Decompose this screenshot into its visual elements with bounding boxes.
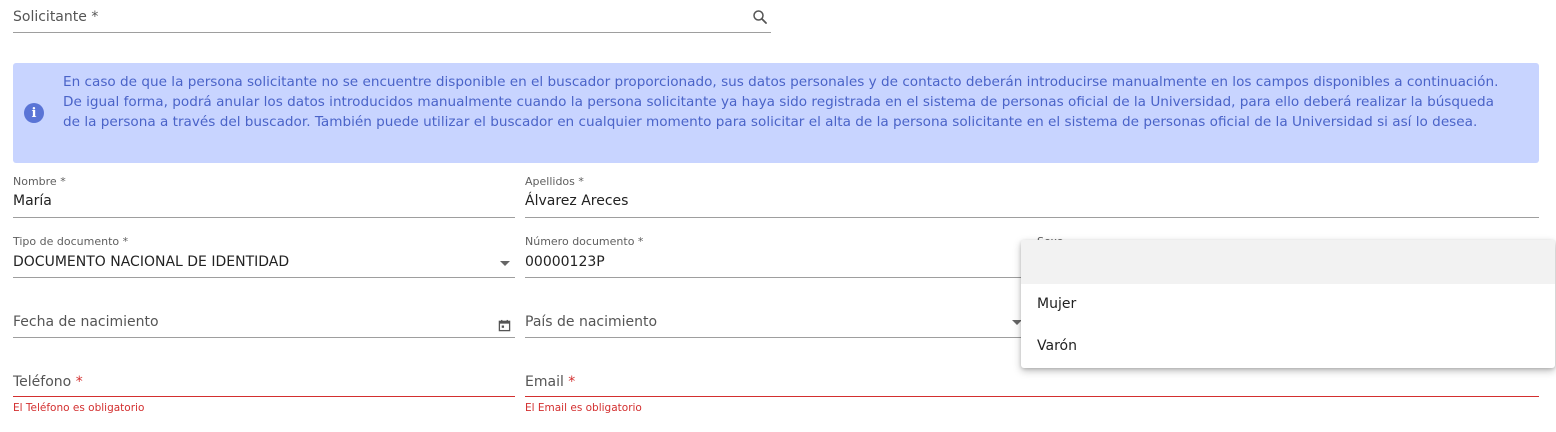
email-error: El Email es obligatorio (525, 402, 642, 414)
telefono-error: El Teléfono es obligatorio (13, 402, 145, 414)
calendar-icon[interactable] (498, 317, 511, 332)
info-icon: i (24, 103, 44, 123)
tipo-documento-value: DOCUMENTO NACIONAL DE IDENTIDAD (13, 254, 290, 270)
telefono-field[interactable]: Teléfono * El Teléfono es obligatorio (13, 355, 515, 419)
email-label: Email * (525, 374, 575, 390)
fecha-nacimiento-label: Fecha de nacimiento (13, 314, 159, 330)
nombre-field[interactable]: Nombre * María (13, 175, 515, 219)
search-icon[interactable] (751, 8, 769, 26)
email-underline (525, 396, 1539, 397)
fecha-nacimiento-underline (13, 337, 515, 338)
apellidos-input[interactable]: Álvarez Areces (525, 193, 628, 209)
tipo-documento-label: Tipo de documento * (13, 235, 129, 248)
info-alert-text: En caso de que la persona solicitante no… (63, 74, 1499, 130)
tipo-documento-select[interactable]: Tipo de documento * DOCUMENTO NACIONAL D… (13, 235, 515, 279)
apellidos-underline (525, 217, 1539, 218)
pais-nacimiento-select[interactable]: País de nacimiento (525, 295, 1025, 339)
numero-documento-underline (525, 277, 1025, 278)
apellidos-field[interactable]: Apellidos * Álvarez Areces (525, 175, 1539, 219)
sexo-option-varon[interactable]: Varón (1037, 338, 1077, 354)
telefono-required-mark: * (75, 374, 83, 390)
pais-nacimiento-underline (525, 337, 1025, 338)
sexo-option-mujer[interactable]: Mujer (1037, 296, 1076, 312)
solicitante-underline (13, 32, 771, 33)
nombre-label: Nombre * (13, 175, 66, 188)
sexo-dropdown-menu: Mujer Varón (1021, 240, 1555, 368)
pais-nacimiento-label: País de nacimiento (525, 314, 658, 330)
solicitante-label: Solicitante * (13, 9, 99, 25)
tipo-documento-underline (13, 277, 515, 278)
chevron-down-icon[interactable] (500, 261, 510, 266)
nombre-input[interactable]: María (13, 193, 52, 209)
numero-documento-input[interactable]: 00000123P (525, 254, 605, 270)
email-label-text: Email (525, 374, 564, 390)
solicitante-field[interactable]: Solicitante * (13, 0, 771, 34)
numero-documento-label: Número documento * (525, 235, 644, 248)
info-alert: i En caso de que la persona solicitante … (13, 63, 1539, 163)
telefono-underline (13, 396, 515, 397)
email-required-mark: * (568, 374, 576, 390)
telefono-label: Teléfono * (13, 374, 83, 390)
fecha-nacimiento-field[interactable]: Fecha de nacimiento (13, 295, 515, 339)
nombre-underline (13, 217, 515, 218)
sexo-option-empty[interactable] (1021, 240, 1555, 284)
apellidos-label: Apellidos * (525, 175, 584, 188)
numero-documento-field[interactable]: Número documento * 00000123P (525, 235, 1025, 279)
telefono-label-text: Teléfono (13, 374, 72, 390)
